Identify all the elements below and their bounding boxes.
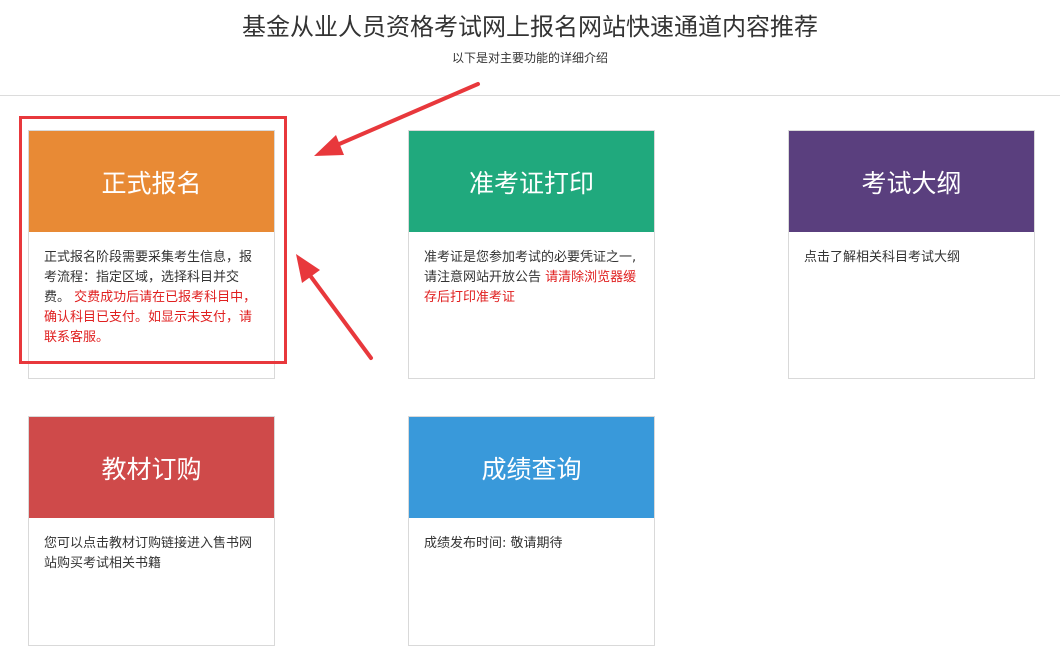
card-admission-ticket-body: 准考证是您参加考试的必要凭证之一,请注意网站开放公告 请清除浏览器缓存后打印准考… xyxy=(409,232,654,308)
page-title: 基金从业人员资格考试网上报名网站快速通道内容推荐 xyxy=(242,13,818,41)
card-score-query-body: 成绩发布时间: 敬请期待 xyxy=(409,518,654,554)
card-registration-warning: 交费成功后请在已报考科目中，确认科目已支付。如显示未支付，请联系客服。 xyxy=(44,290,257,345)
card-exam-syllabus-body: 点击了解相关科目考试大纲 xyxy=(789,232,1034,268)
card-registration[interactable]: 正式报名 正式报名阶段需要采集考生信息，报考流程：指定区域，选择科目并交费。 交… xyxy=(28,130,275,379)
card-registration-body: 正式报名阶段需要采集考生信息，报考流程：指定区域，选择科目并交费。 交费成功后请… xyxy=(29,232,274,348)
card-textbook-order-text: 您可以点击教材订购链接进入售书网站购买考试相关书籍 xyxy=(44,536,253,571)
header-divider xyxy=(0,95,1060,96)
card-registration-header[interactable]: 正式报名 xyxy=(29,131,274,232)
card-registration-title: 正式报名 xyxy=(101,168,202,198)
card-exam-syllabus-header[interactable]: 考试大纲 xyxy=(789,131,1034,232)
card-score-query-header[interactable]: 成绩查询 xyxy=(409,417,654,518)
card-exam-syllabus[interactable]: 考试大纲 点击了解相关科目考试大纲 xyxy=(788,130,1035,379)
card-admission-ticket[interactable]: 准考证打印 准考证是您参加考试的必要凭证之一,请注意网站开放公告 请清除浏览器缓… xyxy=(408,130,655,379)
page-subtitle: 以下是对主要功能的详细介绍 xyxy=(451,51,608,65)
card-admission-ticket-title: 准考证打印 xyxy=(468,168,594,198)
card-textbook-order-header[interactable]: 教材订购 xyxy=(29,417,274,518)
card-admission-ticket-header[interactable]: 准考证打印 xyxy=(409,131,654,232)
arrow-lower-icon xyxy=(296,254,373,360)
card-exam-syllabus-title: 考试大纲 xyxy=(861,168,962,198)
card-score-query-title: 成绩查询 xyxy=(481,454,582,484)
card-exam-syllabus-text: 点击了解相关科目考试大纲 xyxy=(804,250,961,265)
card-textbook-order[interactable]: 教材订购 您可以点击教材订购链接进入售书网站购买考试相关书籍 xyxy=(28,416,275,646)
card-textbook-order-body: 您可以点击教材订购链接进入售书网站购买考试相关书籍 xyxy=(29,518,274,574)
card-score-query-text: 成绩发布时间: 敬请期待 xyxy=(424,536,563,551)
card-score-query[interactable]: 成绩查询 成绩发布时间: 敬请期待 xyxy=(408,416,655,646)
card-textbook-order-title: 教材订购 xyxy=(101,454,202,484)
